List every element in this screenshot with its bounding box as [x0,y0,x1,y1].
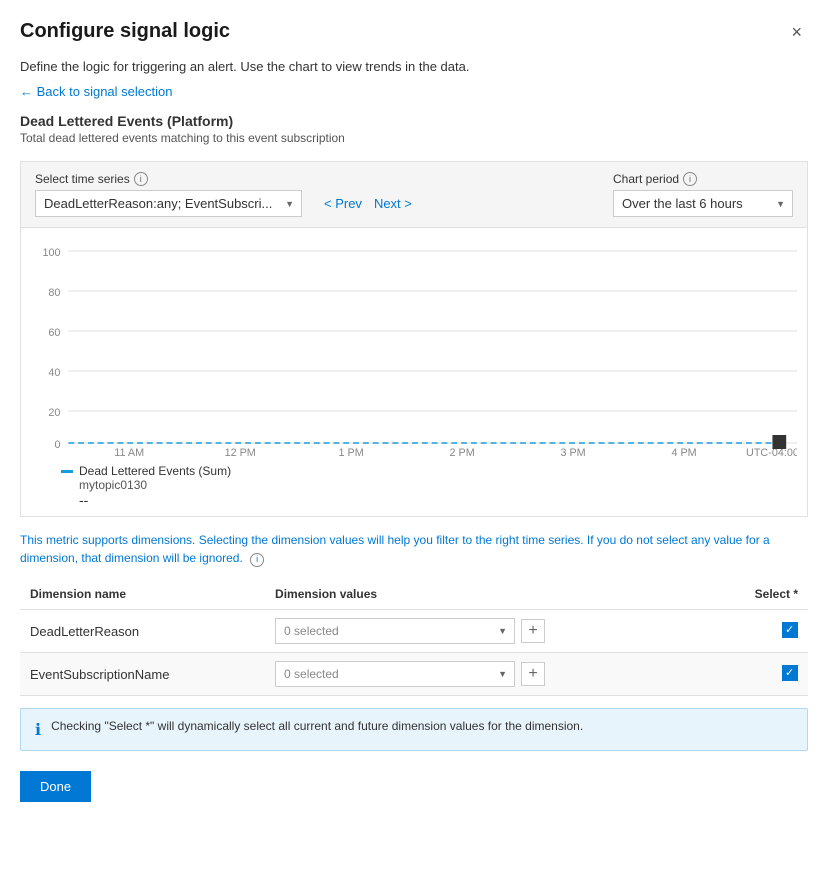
chart-period-dropdown-wrapper: Over the last 6 hours [613,190,793,217]
time-series-label: Select time series i [35,172,302,186]
chart-period-info-icon[interactable]: i [683,172,697,186]
time-series-dropdown[interactable]: DeadLetterReason:any; EventSubscri... [35,190,302,217]
configure-signal-dialog: Configure signal logic × Define the logi… [0,0,828,881]
col-select: Select * [711,579,808,610]
back-to-signal-selection-link[interactable]: ← Back to signal selection [20,84,172,99]
left-controls: Select time series i DeadLetterReason:an… [35,172,418,217]
svg-text:20: 20 [48,407,60,419]
dim-select-0: 0 selected + [275,618,701,644]
legend-color-bar [61,470,73,473]
dim-dropdown-wrapper-0: 0 selected [275,618,515,644]
done-button[interactable]: Done [20,771,91,802]
chart-period-label: Chart period i [613,172,793,186]
legend-dash: -- [61,492,797,508]
svg-text:100: 100 [42,247,60,259]
svg-text:0: 0 [54,439,60,451]
dimensions-info-text: This metric supports dimensions. Selecti… [20,531,808,567]
time-series-info-icon[interactable]: i [134,172,148,186]
info-box: ℹ Checking "Select *" will dynamically s… [20,708,808,751]
chart-controls-row: Select time series i DeadLetterReason:an… [35,172,793,217]
svg-text:UTC-04:00: UTC-04:00 [746,447,797,458]
svg-text:11 AM: 11 AM [114,447,144,458]
svg-text:2 PM: 2 PM [450,447,475,458]
prev-button[interactable]: < Prev [318,192,368,215]
dim-dropdown-1[interactable]: 0 selected [275,661,515,687]
legend-sub-label: mytopic0130 [61,478,797,492]
svg-text:12 PM: 12 PM [225,447,256,458]
svg-text:1 PM: 1 PM [339,447,364,458]
dim-check-cell-0 [711,610,808,653]
svg-text:40: 40 [48,367,60,379]
dim-check-cell-1 [711,653,808,696]
info-box-icon: ℹ [35,720,41,740]
nav-buttons: < Prev Next > [318,192,418,217]
legend-series-label: Dead Lettered Events (Sum) [79,464,231,478]
chart-svg: 100 80 60 40 20 0 11 AM 12 PM 1 PM [31,238,797,458]
dimension-row-1: EventSubscriptionName 0 selected + [20,653,808,696]
svg-text:3 PM: 3 PM [560,447,585,458]
dim-select-all-checkbox-0[interactable] [782,622,798,638]
dimensions-info-icon[interactable]: i [250,553,264,567]
dim-dropdown-wrapper-1: 0 selected [275,661,515,687]
dimensions-table: Dimension name Dimension values Select *… [20,579,808,696]
signal-name: Dead Lettered Events (Platform) [20,113,808,129]
chart-controls-bar: Select time series i DeadLetterReason:an… [20,161,808,228]
right-controls: Chart period i Over the last 6 hours [613,172,793,217]
dim-select-1: 0 selected + [275,661,701,687]
chart-period-dropdown[interactable]: Over the last 6 hours [613,190,793,217]
close-button[interactable]: × [785,20,808,45]
next-button[interactable]: Next > [368,192,418,215]
dimension-name-1: EventSubscriptionName [20,653,265,696]
dialog-header: Configure signal logic × [20,20,808,45]
chart-area: 100 80 60 40 20 0 11 AM 12 PM 1 PM [20,228,808,517]
dimension-values-0: 0 selected + [265,610,711,653]
time-series-control: Select time series i DeadLetterReason:an… [35,172,302,217]
svg-text:4 PM: 4 PM [671,447,696,458]
dialog-title: Configure signal logic [20,20,230,43]
dimension-values-1: 0 selected + [265,653,711,696]
chart-period-control: Chart period i Over the last 6 hours [613,172,793,217]
legend-item: Dead Lettered Events (Sum) [61,464,797,478]
dimension-row-0: DeadLetterReason 0 selected + [20,610,808,653]
dim-dropdown-0[interactable]: 0 selected [275,618,515,644]
dim-add-button-0[interactable]: + [521,619,545,643]
dim-add-button-1[interactable]: + [521,662,545,686]
signal-description: Total dead lettered events matching to t… [20,131,808,145]
dimension-name-0: DeadLetterReason [20,610,265,653]
chart-legend: Dead Lettered Events (Sum) mytopic0130 -… [31,458,797,516]
time-series-dropdown-wrapper: DeadLetterReason:any; EventSubscri... [35,190,302,217]
svg-text:80: 80 [48,287,60,299]
svg-text:60: 60 [48,327,60,339]
col-dimension-values: Dimension values [265,579,711,610]
dim-select-all-checkbox-1[interactable] [782,665,798,681]
dialog-description: Define the logic for triggering an alert… [20,59,808,74]
col-dimension-name: Dimension name [20,579,265,610]
info-box-text: Checking "Select *" will dynamically sel… [51,719,583,733]
dimensions-info-highlight: This metric supports dimensions. Selecti… [20,533,770,565]
